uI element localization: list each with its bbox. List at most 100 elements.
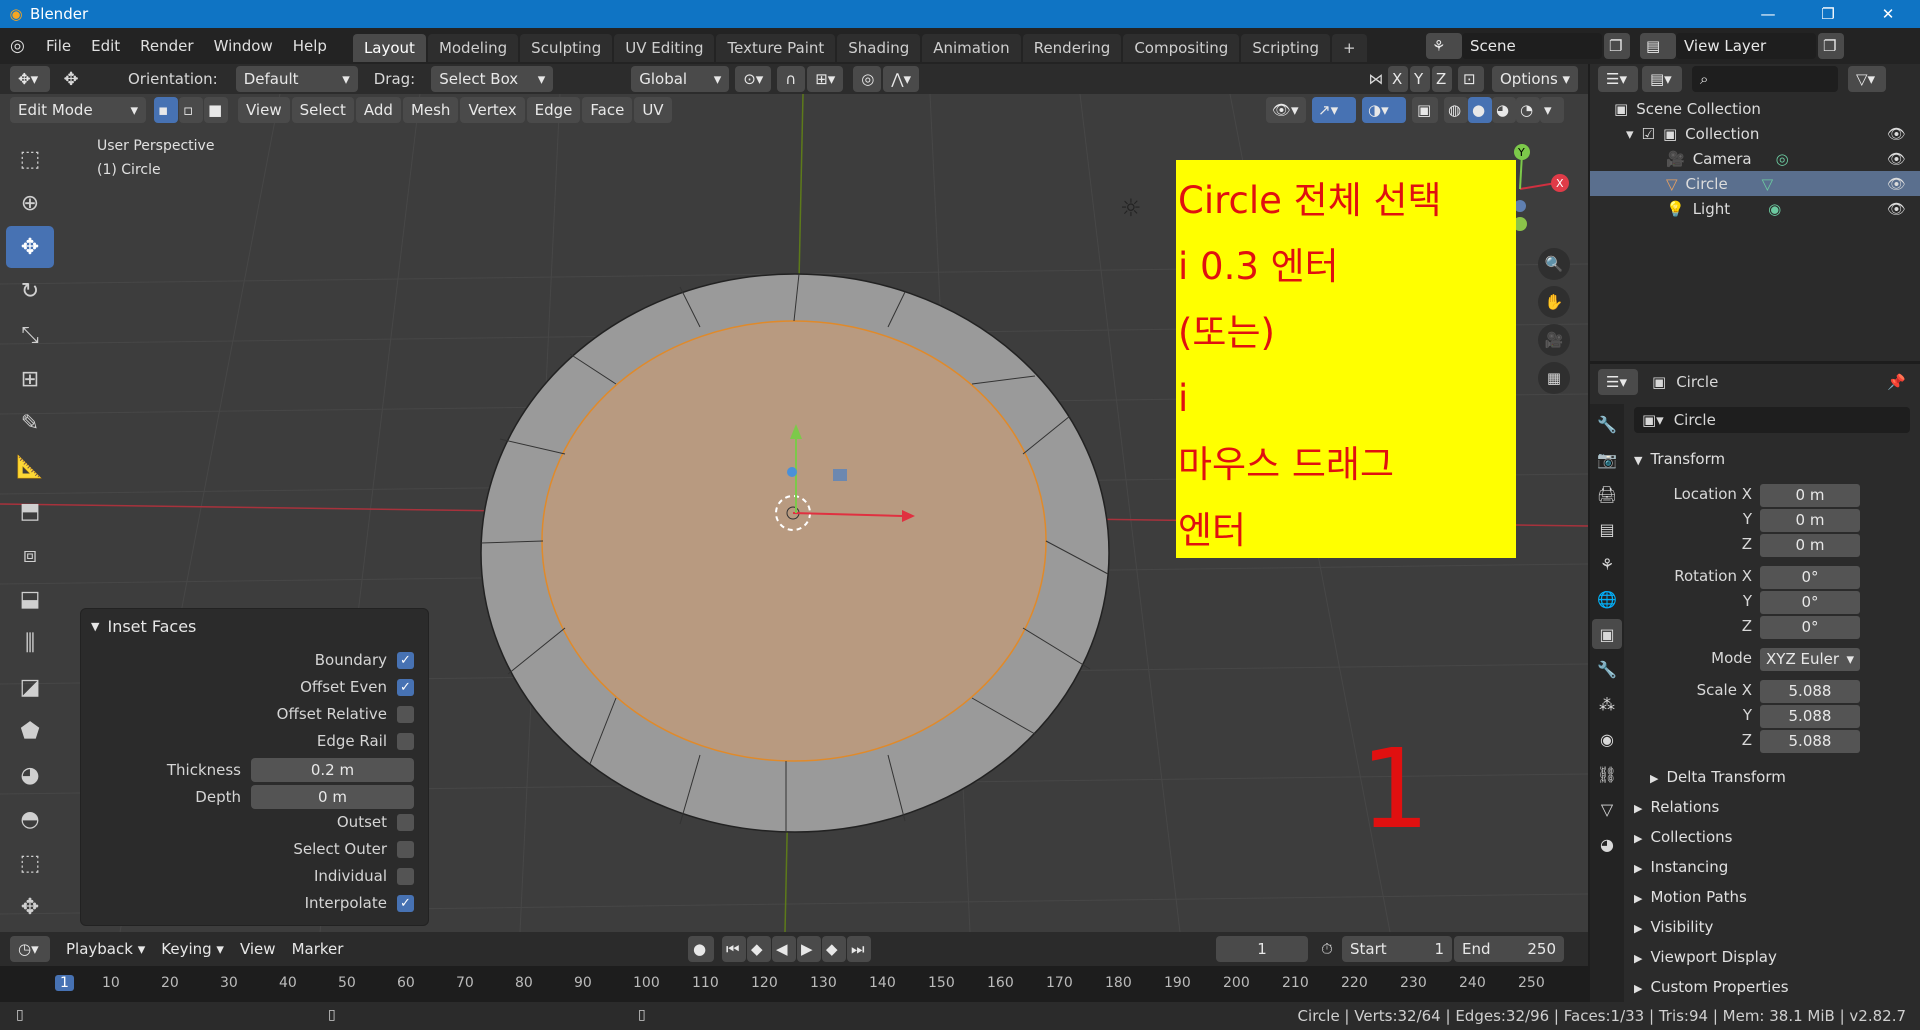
rotation-x-field[interactable]: 0° (1760, 566, 1860, 589)
minimize-button[interactable]: — (1740, 0, 1796, 28)
shrink-fatten-icon[interactable]: ✥ (6, 886, 54, 928)
menu-render[interactable]: Render (130, 28, 203, 64)
object-name-field[interactable]: ▣▾ Circle (1634, 407, 1910, 433)
stopwatch-icon[interactable]: ⏱ (1314, 940, 1340, 958)
inset-faces-panel[interactable]: ▼ Inset Faces Boundary ✓ Offset Even ✓ Off… (80, 608, 429, 926)
transform-icon[interactable]: ⊞ (6, 358, 54, 400)
pivot-icon[interactable]: ⊙▾ (735, 66, 772, 92)
select-box-icon[interactable]: ⬚ (6, 138, 54, 180)
menu-file[interactable]: File (36, 28, 81, 64)
mirror-y[interactable]: Y (1410, 66, 1430, 92)
light-data-icon[interactable]: ◉ (1768, 200, 1781, 218)
render-tab-icon[interactable]: 📷 (1592, 444, 1622, 474)
tab-scripting[interactable]: Scripting (1241, 34, 1331, 62)
camera-view-icon[interactable]: 🎥 (1538, 324, 1570, 356)
offset-even-checkbox[interactable]: ✓ (397, 678, 414, 696)
snap-target-icon[interactable]: ⊞▾ (807, 66, 844, 92)
menu-edit[interactable]: Edit (81, 28, 130, 64)
custom-properties-panel[interactable]: ▶ Custom Properties (1634, 978, 1789, 996)
extrude-icon[interactable]: ⬒ (6, 490, 54, 532)
tab-shading[interactable]: Shading (837, 34, 921, 62)
delta-transform-header[interactable]: ▶ Delta Transform (1650, 768, 1786, 786)
outliner-search[interactable]: ⌕ (1692, 66, 1838, 92)
props-editor-icon[interactable]: ☰▾ (1598, 369, 1638, 395)
eye-icon[interactable]: 👁 (1887, 125, 1906, 143)
blender-menu-icon[interactable]: ◎ (10, 36, 36, 56)
modifier-tab-icon[interactable]: 🔧 (1592, 654, 1622, 684)
tab-layout[interactable]: Layout (352, 34, 426, 62)
rotation-y-field[interactable]: 0° (1760, 591, 1860, 614)
next-key-icon[interactable]: ◆ (822, 936, 846, 962)
vertex-select-icon[interactable]: ▪ (154, 97, 178, 123)
edge-rail-checkbox[interactable] (397, 732, 414, 750)
motion-paths-panel[interactable]: ▶ Motion Paths (1634, 888, 1747, 906)
menu-window[interactable]: Window (204, 28, 283, 64)
outliner-item-light[interactable]: 💡 Light ◉ 👁 (1590, 196, 1920, 221)
options-menu[interactable]: Options ▾ (1492, 66, 1578, 92)
outliner-editor-icon[interactable]: ☰▾ (1598, 66, 1638, 92)
orientation-select[interactable]: Default ▾ (235, 66, 358, 92)
offset-even-row[interactable]: Offset Even ✓ (300, 678, 414, 696)
select-outer-row[interactable]: Select Outer (293, 840, 414, 858)
move-icon[interactable]: ✥ (6, 226, 54, 268)
start-frame-field[interactable]: Start 1 (1342, 936, 1452, 962)
new-scene-icon[interactable]: ❐ (1604, 33, 1630, 59)
location-x-field[interactable]: 0 m (1760, 484, 1860, 507)
scene-field[interactable]: Scene (1462, 33, 1602, 59)
tab-modeling[interactable]: Modeling (427, 34, 519, 62)
falloff-icon[interactable]: ⋀▾ (883, 66, 920, 92)
rotate-icon[interactable]: ↻ (6, 270, 54, 312)
offset-relative-checkbox[interactable] (397, 705, 414, 723)
visibility-panel[interactable]: ▶ Visibility (1634, 918, 1713, 936)
knife-icon[interactable]: ◪ (6, 666, 54, 708)
rendered-shading-icon[interactable]: ◔ (1516, 97, 1540, 123)
scene-icon[interactable]: ⚘ (1426, 33, 1462, 59)
auto-merge-icon[interactable]: ⊡ (1458, 66, 1484, 92)
maximize-button[interactable]: ❐ (1800, 0, 1856, 28)
depth-field[interactable]: 0 m (251, 785, 414, 809)
smooth-icon[interactable]: ◓ (6, 798, 54, 840)
menu-view[interactable]: View (238, 97, 290, 123)
prev-key-icon[interactable]: ◆ (747, 936, 771, 962)
poly-build-icon[interactable]: ⬟ (6, 710, 54, 752)
mirror-x[interactable]: X (1388, 66, 1408, 92)
edge-select-icon[interactable]: ▫ (179, 97, 203, 123)
menu-select[interactable]: Select (291, 97, 354, 123)
xray-icon[interactable]: ▣ (1412, 97, 1438, 123)
menu-mesh[interactable]: Mesh (402, 97, 459, 123)
eye-icon[interactable]: 👁 (1887, 175, 1906, 193)
mirror-z[interactable]: Z (1432, 66, 1452, 92)
filter-icon[interactable]: ▽▾ (1848, 66, 1886, 92)
data-tab-icon[interactable]: ▽ (1592, 794, 1622, 824)
scale-icon[interactable]: ⤡ (6, 314, 54, 356)
eye-icon[interactable]: 👁 (1887, 150, 1906, 168)
scene-collection-row[interactable]: ▣ Scene Collection (1590, 96, 1920, 121)
gizmo-toggle-icon[interactable]: ↗▾ (1312, 97, 1356, 123)
outset-row[interactable]: Outset (337, 813, 414, 831)
rotation-mode-select[interactable]: XYZ Euler ▾ (1760, 648, 1860, 671)
depth-row[interactable]: Depth 0 m (195, 785, 414, 809)
visibility-icon[interactable]: 👁▾ (1266, 97, 1306, 123)
play-icon[interactable]: ▶ (797, 936, 821, 962)
drag-select[interactable]: Select Box ▾ (431, 66, 554, 92)
solid-shading-icon[interactable]: ● (1468, 97, 1492, 123)
view-layer-icon[interactable]: ▤ (1640, 33, 1676, 59)
pan-hand-icon[interactable]: ✋ (1538, 286, 1570, 318)
tab-uv-editing[interactable]: UV Editing (614, 34, 715, 62)
menu-help[interactable]: Help (283, 28, 337, 64)
close-button[interactable]: ✕ (1860, 0, 1916, 28)
measure-icon[interactable]: 📐 (6, 446, 54, 488)
mirror-icon[interactable]: ⋈ (1364, 70, 1388, 88)
keying-menu[interactable]: Keying ▾ (153, 936, 232, 962)
particles-tab-icon[interactable]: ⁂ (1592, 689, 1622, 719)
tab-sculpting[interactable]: Sculpting (520, 34, 613, 62)
display-mode-icon[interactable]: ▤▾ (1642, 66, 1682, 92)
editor-type-icon[interactable]: ✥▾ (10, 66, 50, 92)
transform-space-select[interactable]: Global ▾ (631, 66, 730, 92)
proportional-icon[interactable]: ◎ (853, 66, 882, 92)
menu-uv[interactable]: UV (634, 97, 672, 123)
timeline-editor-icon[interactable]: ◷▾ (10, 936, 50, 962)
offset-relative-row[interactable]: Offset Relative (277, 705, 414, 723)
transform-panel-header[interactable]: ▼ Transform (1634, 450, 1725, 468)
loop-cut-icon[interactable]: ⫼ (6, 622, 54, 664)
